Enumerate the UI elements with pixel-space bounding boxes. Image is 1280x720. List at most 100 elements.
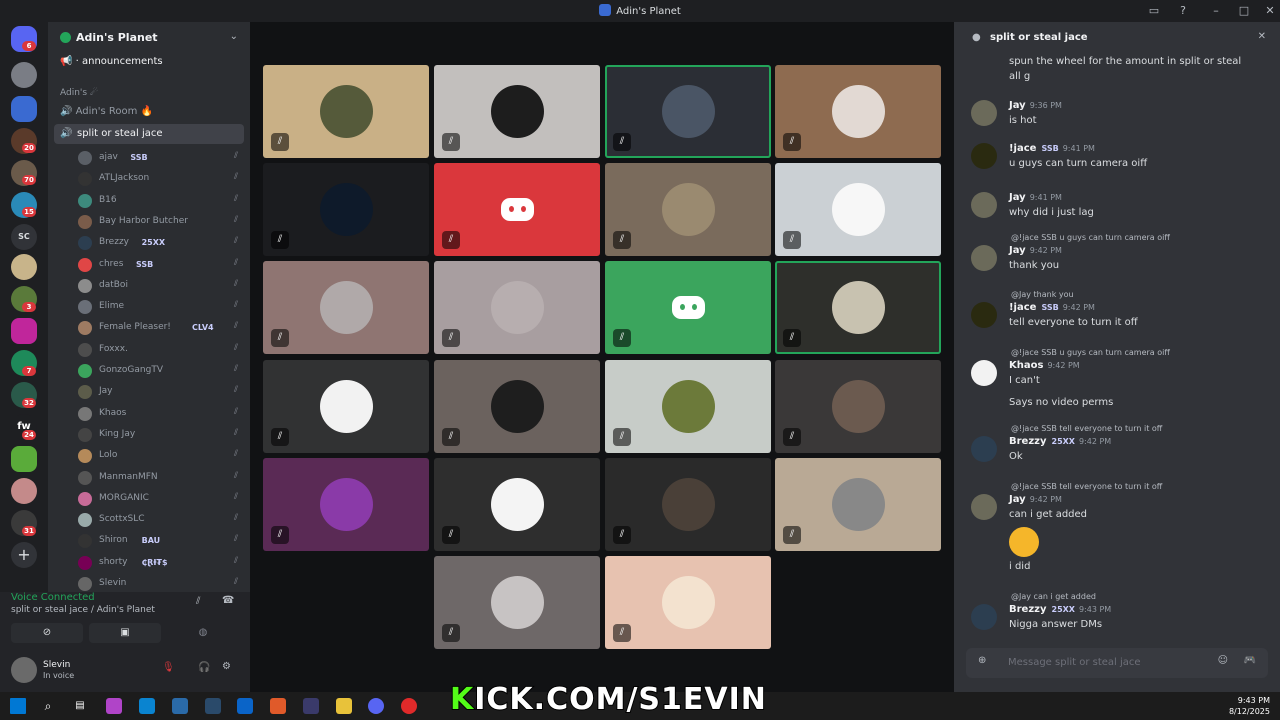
message-author[interactable]: Jay 9:36 PM	[1009, 100, 1062, 111]
help-icon[interactable]: ?	[1175, 3, 1191, 19]
message-author[interactable]: !jace SSB 9:42 PM	[1009, 302, 1095, 313]
voice-user[interactable]: ATLJackson ⫽	[78, 169, 238, 189]
server-icon-sc[interactable]: SC	[11, 224, 37, 250]
message-input[interactable]: Message split or steal jace	[1008, 657, 1141, 668]
channel-announcements[interactable]: 📢 · announcements	[60, 56, 163, 67]
message-author[interactable]: Jay 9:41 PM	[1009, 192, 1062, 203]
discord-icon[interactable]	[368, 698, 384, 714]
noise-icon[interactable]: ⫽	[196, 596, 200, 607]
search-icon[interactable]: ⌕	[40, 698, 56, 714]
video-tile[interactable]: ⫽	[263, 458, 429, 551]
voice-user[interactable]: Foxxx. ⫽	[78, 340, 238, 360]
voice-user[interactable]: B16 ⫽	[78, 191, 238, 211]
minimize-icon[interactable]: –	[1208, 3, 1224, 19]
category-label[interactable]: Adin's ☄	[60, 88, 98, 98]
video-tile[interactable]: ⫽	[775, 163, 941, 256]
app-icon[interactable]	[270, 698, 286, 714]
server-icon[interactable]	[11, 446, 37, 472]
voice-connected-label[interactable]: Voice Connected	[11, 592, 95, 603]
video-tile[interactable]: ⫽	[434, 360, 600, 453]
voice-user[interactable]: King Jay ⫽	[78, 425, 238, 445]
video-tile[interactable]: ⫽	[263, 261, 429, 354]
video-tile[interactable]: ⫽	[434, 458, 600, 551]
video-tile[interactable]: ⫽	[434, 163, 600, 256]
outlook-icon[interactable]	[237, 698, 253, 714]
avatar[interactable]	[971, 604, 997, 630]
video-tile[interactable]: ⫽	[775, 458, 941, 551]
video-tile[interactable]: ⫽	[775, 261, 941, 354]
voice-user[interactable]: Khaos ⫽	[78, 404, 238, 424]
avatar[interactable]	[971, 436, 997, 462]
inbox-icon[interactable]: ▭	[1146, 3, 1162, 19]
chevron-down-icon[interactable]: ⌄	[230, 31, 238, 42]
maximize-icon[interactable]: □	[1236, 3, 1252, 19]
channel-adins-room[interactable]: 🔊 Adin's Room 🔥	[60, 106, 153, 117]
voice-user[interactable]: GonzoGangTV ⫽	[78, 361, 238, 381]
app-icon[interactable]	[401, 698, 417, 714]
gamepad-icon[interactable]: 🎮	[1244, 655, 1256, 666]
app-icon[interactable]	[172, 698, 188, 714]
video-tile[interactable]: ⫽	[263, 65, 429, 158]
server-icon-active[interactable]	[11, 96, 37, 122]
copilot-icon[interactable]	[106, 698, 122, 714]
video-tile[interactable]: ⫽	[263, 360, 429, 453]
close-window-icon[interactable]: ✕	[1262, 3, 1278, 19]
avatar[interactable]	[971, 192, 997, 218]
video-tile[interactable]: ⫽	[605, 458, 771, 551]
user-name[interactable]: Slevin	[43, 660, 70, 670]
file-explorer-icon[interactable]	[336, 698, 352, 714]
message-input-box[interactable]: ⊕ Message split or steal jace ☺ 🎮	[966, 648, 1268, 678]
video-tile[interactable]: ⫽	[605, 556, 771, 649]
activity-button[interactable]: ◍	[167, 623, 239, 643]
server-icon[interactable]	[11, 318, 37, 344]
message-author[interactable]: Brezzy 25XX 9:42 PM	[1009, 436, 1111, 447]
add-attachment-icon[interactable]: ⊕	[978, 655, 986, 666]
avatar[interactable]	[971, 143, 997, 169]
voice-user[interactable]: Lolo ⫽	[78, 446, 238, 466]
voice-user[interactable]: datBoi ⫽	[78, 276, 238, 296]
voice-user[interactable]: Elime ⫽	[78, 297, 238, 317]
voice-location[interactable]: split or steal jace / Adin's Planet	[11, 605, 155, 615]
avatar[interactable]	[11, 657, 37, 683]
message-author[interactable]: Khaos 9:42 PM	[1009, 360, 1080, 371]
voice-user[interactable]: CLV4 Female Pleaser! ⫽	[78, 318, 238, 338]
headphones-icon[interactable]: 🎧	[198, 662, 210, 673]
avatar[interactable]	[971, 245, 997, 271]
avatar[interactable]	[971, 302, 997, 328]
edge-icon[interactable]	[139, 698, 155, 714]
avatar[interactable]	[971, 360, 997, 386]
voice-user[interactable]: BAU Shiron ⫽	[78, 531, 238, 551]
video-tile[interactable]: ⫽	[434, 556, 600, 649]
message-author[interactable]: Jay 9:42 PM	[1009, 245, 1062, 256]
emoji-icon[interactable]: ☺	[1218, 655, 1228, 666]
screenshare-button[interactable]: ▣	[89, 623, 161, 643]
mic-muted-icon[interactable]: 🎙	[162, 662, 175, 673]
server-icon[interactable]	[11, 254, 37, 280]
video-tile[interactable]: ⫽	[605, 65, 771, 158]
video-tile[interactable]: ⫽	[605, 163, 771, 256]
app-icon[interactable]	[205, 698, 221, 714]
video-tile[interactable]: ⫽	[775, 65, 941, 158]
camera-button[interactable]: ⊘	[11, 623, 83, 643]
voice-channel-active[interactable]: 🔊 split or steal jace	[54, 124, 244, 144]
voice-user[interactable]: SSB chres ⫽	[78, 255, 238, 275]
task-view-icon[interactable]: ▤	[72, 698, 88, 714]
server-icon[interactable]	[11, 62, 37, 88]
message-author[interactable]: Brezzy 25XX 9:43 PM	[1009, 604, 1111, 615]
message-author[interactable]: !jace SSB 9:41 PM	[1009, 143, 1095, 154]
voice-user[interactable]: Jay ⫽	[78, 382, 238, 402]
voice-user[interactable]: MORGANIC ⫽	[78, 489, 238, 509]
close-chat-icon[interactable]: ✕	[1258, 31, 1266, 42]
voice-user[interactable]: 25XX Brezzy ⫽	[78, 233, 238, 253]
avatar[interactable]	[971, 100, 997, 126]
settings-gear-icon[interactable]: ⚙	[222, 661, 231, 672]
video-tile[interactable]: ⫽	[434, 65, 600, 158]
video-tile[interactable]: ⫽	[605, 261, 771, 354]
video-tile[interactable]: ⫽	[775, 360, 941, 453]
voice-user[interactable]: Slevin ⫽	[78, 574, 238, 592]
clock[interactable]: 9:43 PM 8/12/2025	[1229, 695, 1270, 717]
video-tile[interactable]: ⫽	[605, 360, 771, 453]
video-tile[interactable]: ⫽	[263, 163, 429, 256]
voice-user[interactable]: SSB ajav ⫽	[78, 148, 238, 168]
voice-user[interactable]: ManmanMFN ⫽	[78, 468, 238, 488]
